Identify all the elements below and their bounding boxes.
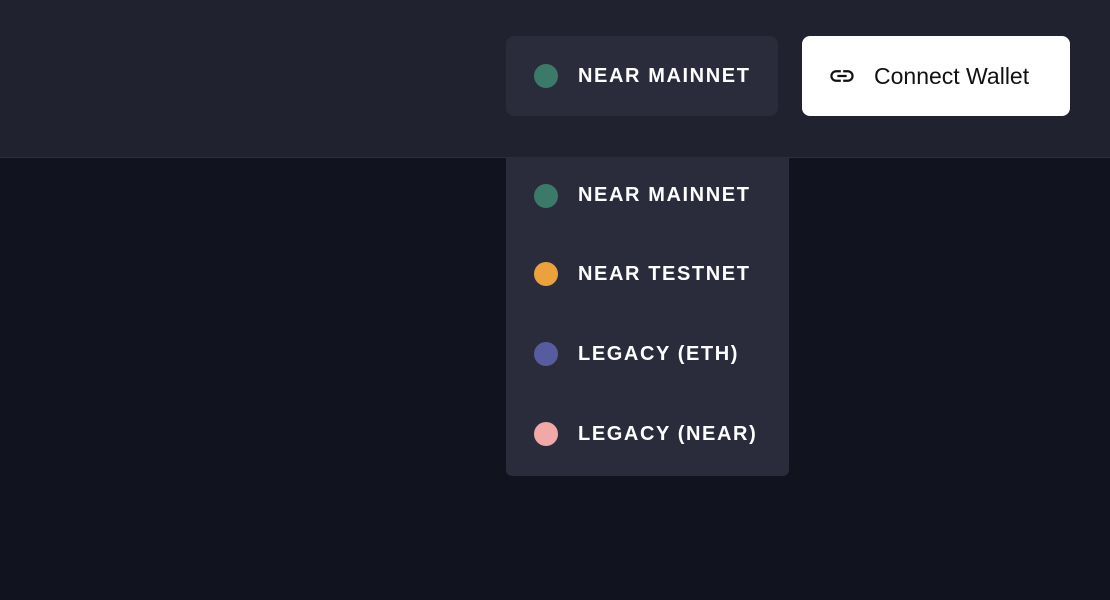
connect-wallet-button[interactable]: Connect Wallet [802,36,1070,116]
network-option-near-mainnet[interactable]: NEAR MAINNET [506,157,789,234]
top-bar: NEAR MAINNET Connect Wallet [0,0,1110,158]
network-selector-label: NEAR MAINNET [578,64,751,87]
network-option-label: NEAR TESTNET [578,262,751,285]
network-dot-legacy-near [534,422,558,446]
network-option-legacy-eth[interactable]: LEGACY (ETH) [506,314,789,394]
network-option-legacy-near[interactable]: LEGACY (NEAR) [506,394,789,474]
link-icon [830,70,854,82]
network-dropdown-menu: NEAR MAINNET NEAR TESTNET LEGACY (ETH) L… [506,157,789,476]
network-selector-button[interactable]: NEAR MAINNET [506,36,778,116]
network-dot-near-mainnet [534,183,558,208]
network-option-label: NEAR MAINNET [578,184,751,206]
network-option-near-testnet[interactable]: NEAR TESTNET [506,234,789,314]
network-dot-legacy-eth [534,342,558,366]
network-status-dot [534,64,558,88]
network-option-label: LEGACY (ETH) [578,342,740,365]
network-dot-near-testnet [534,262,558,286]
network-option-label: LEGACY (NEAR) [578,422,758,445]
connect-wallet-label: Connect Wallet [874,62,1030,89]
